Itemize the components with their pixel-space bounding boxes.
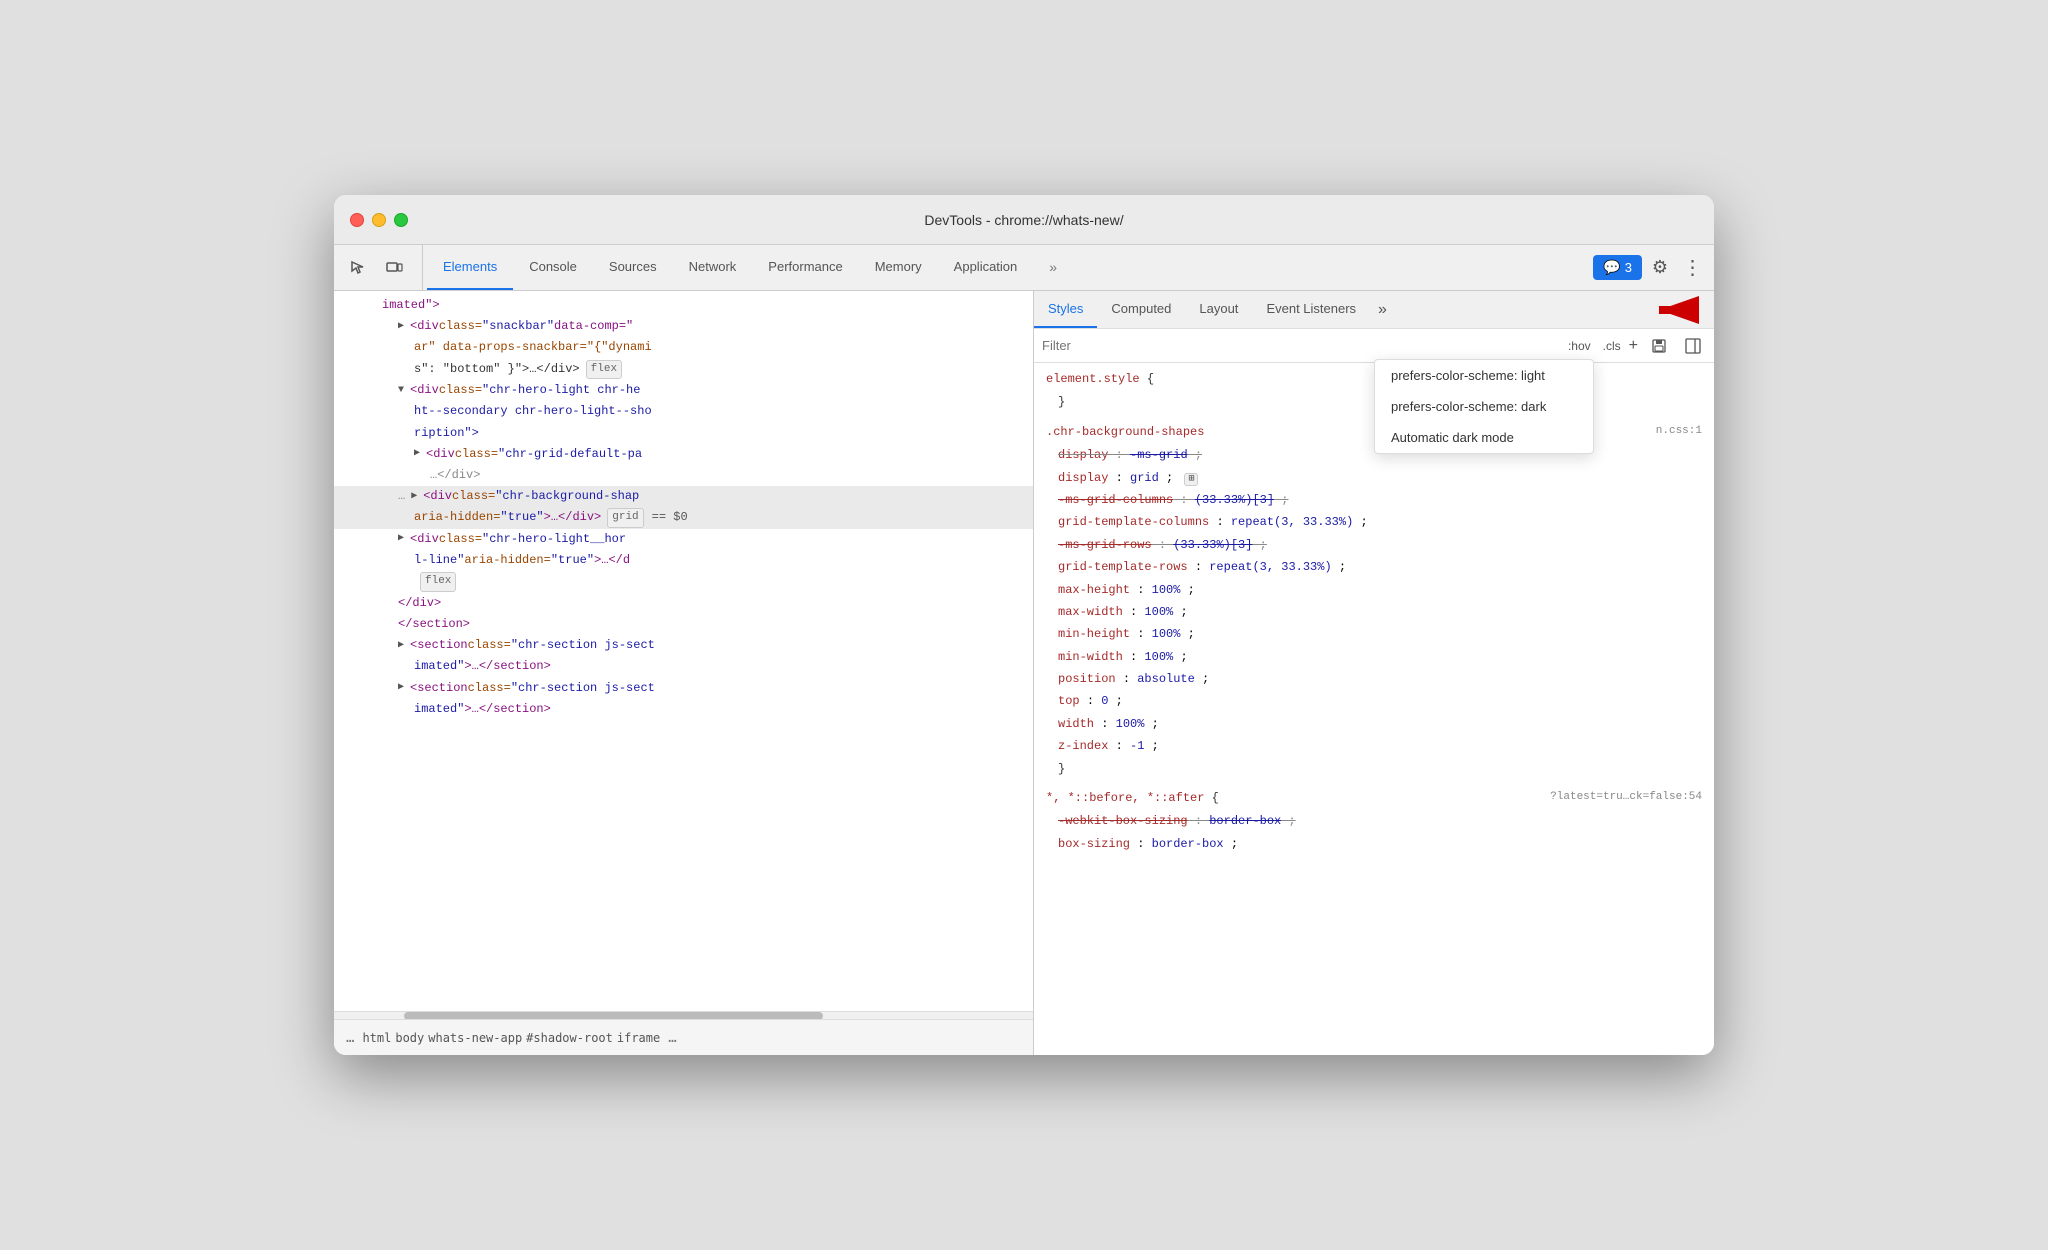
dom-line: ▶ <div class="snackbar" data-comp="	[334, 316, 1033, 337]
dom-line: flex	[334, 571, 1033, 593]
tab-styles[interactable]: Styles	[1034, 291, 1097, 328]
dom-line: l-line" aria-hidden="true">…</d	[334, 550, 1033, 571]
dom-line: …</div>	[334, 465, 1033, 486]
toolbar-icon-group	[342, 245, 423, 290]
tab-memory[interactable]: Memory	[859, 245, 938, 290]
css-property-webkit-box-sizing: -webkit-box-sizing : border-box ;	[1034, 810, 1714, 832]
styles-panel: Styles Computed Layout Event Listeners »	[1034, 291, 1714, 1055]
dom-breadcrumb: … html body whats-new-app #shadow-root i…	[334, 1019, 1033, 1055]
breadcrumb-body[interactable]: body	[395, 1031, 424, 1045]
flex-badge-2[interactable]: flex	[420, 572, 456, 592]
expand-panel-icon[interactable]	[1680, 333, 1706, 359]
css-property-ms-grid-columns: -ms-grid-columns : (33.33%)[3] ;	[1034, 489, 1714, 511]
tab-application[interactable]: Application	[938, 245, 1034, 290]
tab-sources[interactable]: Sources	[593, 245, 673, 290]
styles-tab-bar: Styles Computed Layout Event Listeners »	[1034, 291, 1714, 329]
css-property-max-width: max-width : 100% ;	[1034, 601, 1714, 623]
main-tab-list: Elements Console Sources Network Perform…	[427, 245, 1585, 290]
dom-line: aria-hidden="true">…</div> grid == $0	[334, 507, 1033, 529]
css-property-display-grid: display : grid ; ⊞	[1034, 467, 1714, 489]
dom-line: ription">	[334, 423, 1033, 444]
select-element-icon[interactable]	[342, 252, 374, 284]
flex-badge[interactable]: flex	[586, 360, 622, 380]
css-property-min-width: min-width : 100% ;	[1034, 646, 1714, 668]
tab-computed[interactable]: Computed	[1097, 291, 1185, 328]
tab-network[interactable]: Network	[673, 245, 753, 290]
more-options-icon[interactable]: ⋮	[1678, 254, 1706, 282]
css-property-z-index: z-index : -1 ;	[1034, 735, 1714, 757]
close-button[interactable]	[350, 213, 364, 227]
css-property-grid-template-rows: grid-template-rows : repeat(3, 33.33%) ;	[1034, 556, 1714, 578]
tab-elements[interactable]: Elements	[427, 245, 513, 290]
css-property-max-height: max-height : 100% ;	[1034, 579, 1714, 601]
dom-line: ar" data-props-snackbar="{"dynami	[334, 337, 1033, 358]
dom-panel: imated"> ▶ <div class="snackbar" data-co…	[334, 291, 1034, 1055]
chat-button[interactable]: 💬 3	[1593, 255, 1642, 280]
maximize-button[interactable]	[394, 213, 408, 227]
filter-input[interactable]	[1042, 338, 1556, 353]
dom-line: ▶ <section class="chr-section js-sect	[334, 678, 1033, 699]
dom-tree[interactable]: imated"> ▶ <div class="snackbar" data-co…	[334, 291, 1033, 1011]
dom-line: imated">…</section>	[334, 699, 1033, 720]
styles-toolbar: :hov .cls +	[1034, 329, 1714, 363]
title-bar: DevTools - chrome://whats-new/	[334, 195, 1714, 245]
add-style-button[interactable]: +	[1629, 338, 1638, 354]
tab-performance[interactable]: Performance	[752, 245, 858, 290]
css-property-min-height: min-height : 100% ;	[1034, 623, 1714, 645]
dom-line: imated">…</section>	[334, 656, 1033, 677]
breadcrumb-more[interactable]: …	[342, 1030, 358, 1046]
dom-line: </section>	[334, 614, 1033, 635]
device-toolbar-icon[interactable]	[378, 252, 410, 284]
breadcrumb-iframe[interactable]: iframe	[617, 1031, 660, 1045]
dom-line: ht--secondary chr-hero-light--sho	[334, 401, 1033, 422]
dom-line: ▶ <div class="chr-grid-default-pa	[334, 444, 1033, 465]
minimize-button[interactable]	[372, 213, 386, 227]
grid-badge[interactable]: grid	[607, 508, 643, 528]
dom-horizontal-scrollbar[interactable]	[334, 1011, 1033, 1019]
css-property-ms-grid-rows: -ms-grid-rows : (33.33%)[3] ;	[1034, 534, 1714, 556]
breadcrumb-html[interactable]: html	[362, 1031, 391, 1045]
devtools-window: DevTools - chrome://whats-new/ Elements …	[334, 195, 1714, 1055]
breadcrumb-app[interactable]: whats-new-app	[428, 1031, 522, 1045]
dropdown-item-auto[interactable]: Automatic dark mode	[1375, 422, 1593, 453]
save-stylesheet-icon[interactable]	[1646, 333, 1672, 359]
breadcrumb-shadow[interactable]: #shadow-root	[526, 1031, 613, 1045]
dom-line: s": "bottom" }">…</div> flex	[334, 359, 1033, 381]
dom-line: ▼ <div class="chr-hero-light chr-he	[334, 380, 1033, 401]
color-scheme-dropdown: prefers-color-scheme: light prefers-colo…	[1374, 359, 1594, 454]
css-property-width: width : 100% ;	[1034, 713, 1714, 735]
window-title: DevTools - chrome://whats-new/	[924, 212, 1123, 228]
tab-layout[interactable]: Layout	[1185, 291, 1252, 328]
devtools-toolbar: Elements Console Sources Network Perform…	[334, 245, 1714, 291]
dom-line: ▶ <div class="chr-hero-light__hor	[334, 529, 1033, 550]
dropdown-item-dark[interactable]: prefers-color-scheme: dark	[1375, 391, 1593, 422]
grid-icon-badge[interactable]: ⊞	[1184, 473, 1198, 486]
toolbar-right: 💬 3 ⚙ ⋮	[1585, 245, 1706, 290]
css-property-top: top : 0 ;	[1034, 690, 1714, 712]
styles-more-tabs[interactable]: »	[1370, 291, 1395, 328]
dom-line-selected: … ▶ <div class="chr-background-shap	[334, 486, 1033, 507]
dropdown-item-light[interactable]: prefers-color-scheme: light	[1375, 360, 1593, 391]
hov-button[interactable]: :hov	[1564, 337, 1595, 355]
css-property-box-sizing: box-sizing : border-box ;	[1034, 833, 1714, 855]
red-arrow-icon	[1639, 292, 1709, 328]
tab-console[interactable]: Console	[513, 245, 593, 290]
css-selector-universal: *, *::before, *::after { ?latest=tru…ck=…	[1034, 786, 1714, 810]
tab-event-listeners[interactable]: Event Listeners	[1252, 291, 1370, 328]
css-rule-close-2: }	[1034, 758, 1714, 780]
css-rules-panel[interactable]: element.style { } .chr-background-shapes…	[1034, 363, 1714, 1055]
css-property-grid-template-columns: grid-template-columns : repeat(3, 33.33%…	[1034, 511, 1714, 533]
settings-icon[interactable]: ⚙	[1646, 254, 1674, 282]
dom-line: ▶ <section class="chr-section js-sect	[334, 635, 1033, 656]
main-content: imated"> ▶ <div class="snackbar" data-co…	[334, 291, 1714, 1055]
dom-line: </div>	[334, 593, 1033, 614]
traffic-lights	[350, 213, 408, 227]
breadcrumb-ellipsis[interactable]: …	[664, 1030, 680, 1046]
css-property-position: position : absolute ;	[1034, 668, 1714, 690]
cls-button[interactable]: .cls	[1603, 339, 1621, 353]
tab-more[interactable]: »	[1033, 245, 1073, 290]
dom-line: imated">	[334, 295, 1033, 316]
